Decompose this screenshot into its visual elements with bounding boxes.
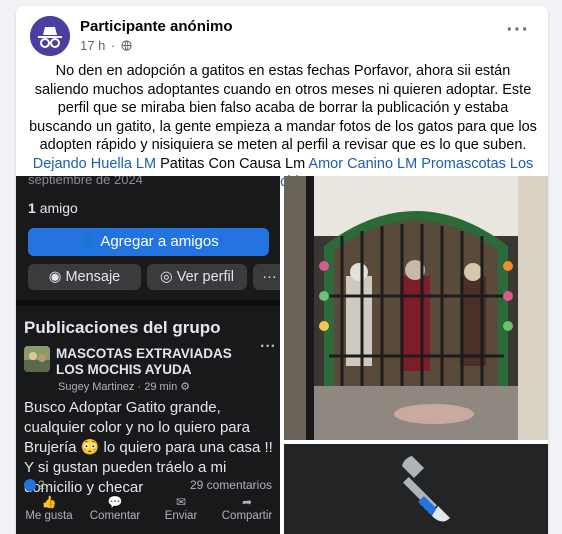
send-label: Enviar <box>164 510 198 522</box>
comment-icon: 💬 <box>107 495 123 509</box>
altar-illustration <box>284 176 548 440</box>
group-time: 29 min <box>144 381 178 393</box>
wrench-icon <box>284 444 548 534</box>
like-icon: 👍 <box>41 495 57 509</box>
friends-number: 1 <box>28 200 36 216</box>
link-dejando-huella[interactable]: Dejando Huella LM <box>33 156 156 172</box>
divider <box>16 300 280 306</box>
altar-photo[interactable] <box>284 176 548 440</box>
group-name: MASCOTAS EXTRAVIADAS LOS MOCHIS AYUDA <box>56 346 232 377</box>
add-friend-icon: 👤 <box>78 233 97 250</box>
section-title: Publicaciones del grupo <box>24 318 221 337</box>
group-author: Sugey Martinez <box>58 381 135 393</box>
message-button: ◉ Mensaje <box>28 264 141 290</box>
action-bar: 👍 Me gusta 💬 Comentar ✉ Enviar ➦ Compartir <box>16 494 280 530</box>
add-friend-button: 👤 Agregar a amigos <box>28 228 269 256</box>
share-action: ➦ Compartir <box>214 494 280 522</box>
post-plain-text: Patitas Con Causa Lm <box>160 155 306 172</box>
reaction-count: 2 <box>24 478 45 492</box>
profile-icon: ◎ <box>160 269 173 285</box>
more-button: ··· <box>253 264 280 290</box>
comment-action: 💬 Comentar <box>82 494 148 522</box>
like-label: Me gusta <box>25 510 73 522</box>
comment-label: Comentar <box>89 510 141 522</box>
post-media[interactable]: septiembre de 2024 1 amigo 👤 Agregar a a… <box>16 176 548 534</box>
send-action: ✉ Enviar <box>148 494 214 522</box>
like-reaction-icon <box>24 479 36 491</box>
view-profile-label: Ver perfil <box>176 269 234 285</box>
message-label: Mensaje <box>65 269 121 285</box>
post-text: No den en adopción a gatitos en estas fe… <box>29 63 537 153</box>
incognito-avatar-icon[interactable] <box>30 16 70 56</box>
friends-label: amigo <box>39 200 78 216</box>
messenger-icon: ◉ <box>48 269 62 285</box>
globe-icon <box>121 40 132 51</box>
share-icon: ➦ <box>241 495 253 509</box>
post-card: Participante anónimo 17 h · ··· No den e… <box>16 6 548 534</box>
friends-count: 1 amigo <box>28 200 78 216</box>
link-amor-canino[interactable]: Amor Canino LM <box>308 156 417 172</box>
post-time[interactable]: 17 h <box>80 38 105 53</box>
more-options-icon[interactable]: ··· <box>502 20 534 46</box>
faded-date: septiembre de 2024 <box>28 176 143 187</box>
group-thumbnail <box>24 346 50 372</box>
profile-screenshot-image[interactable]: septiembre de 2024 1 amigo 👤 Agregar a a… <box>16 176 280 534</box>
share-label: Compartir <box>221 510 273 522</box>
add-friend-label: Agregar a amigos <box>100 233 219 250</box>
group-more-icon: ··· <box>260 338 276 355</box>
comment-count: 29 comentarios <box>189 478 272 492</box>
post-meta: 17 h · <box>80 38 132 53</box>
send-icon: ✉ <box>175 495 187 509</box>
reaction-number: 2 <box>38 478 45 492</box>
like-action: 👍 Me gusta <box>16 494 82 522</box>
post-author[interactable]: Participante anónimo <box>80 18 233 35</box>
post-body: No den en adopción a gatitos en estas fe… <box>28 62 538 192</box>
group-meta: Sugey Martinez · 29 min ⚙ <box>58 381 191 393</box>
view-profile-button: ◎ Ver perfil <box>147 264 247 290</box>
broken-media-tile[interactable] <box>284 444 548 534</box>
post-header: Participante anónimo 17 h · ··· <box>30 16 534 56</box>
